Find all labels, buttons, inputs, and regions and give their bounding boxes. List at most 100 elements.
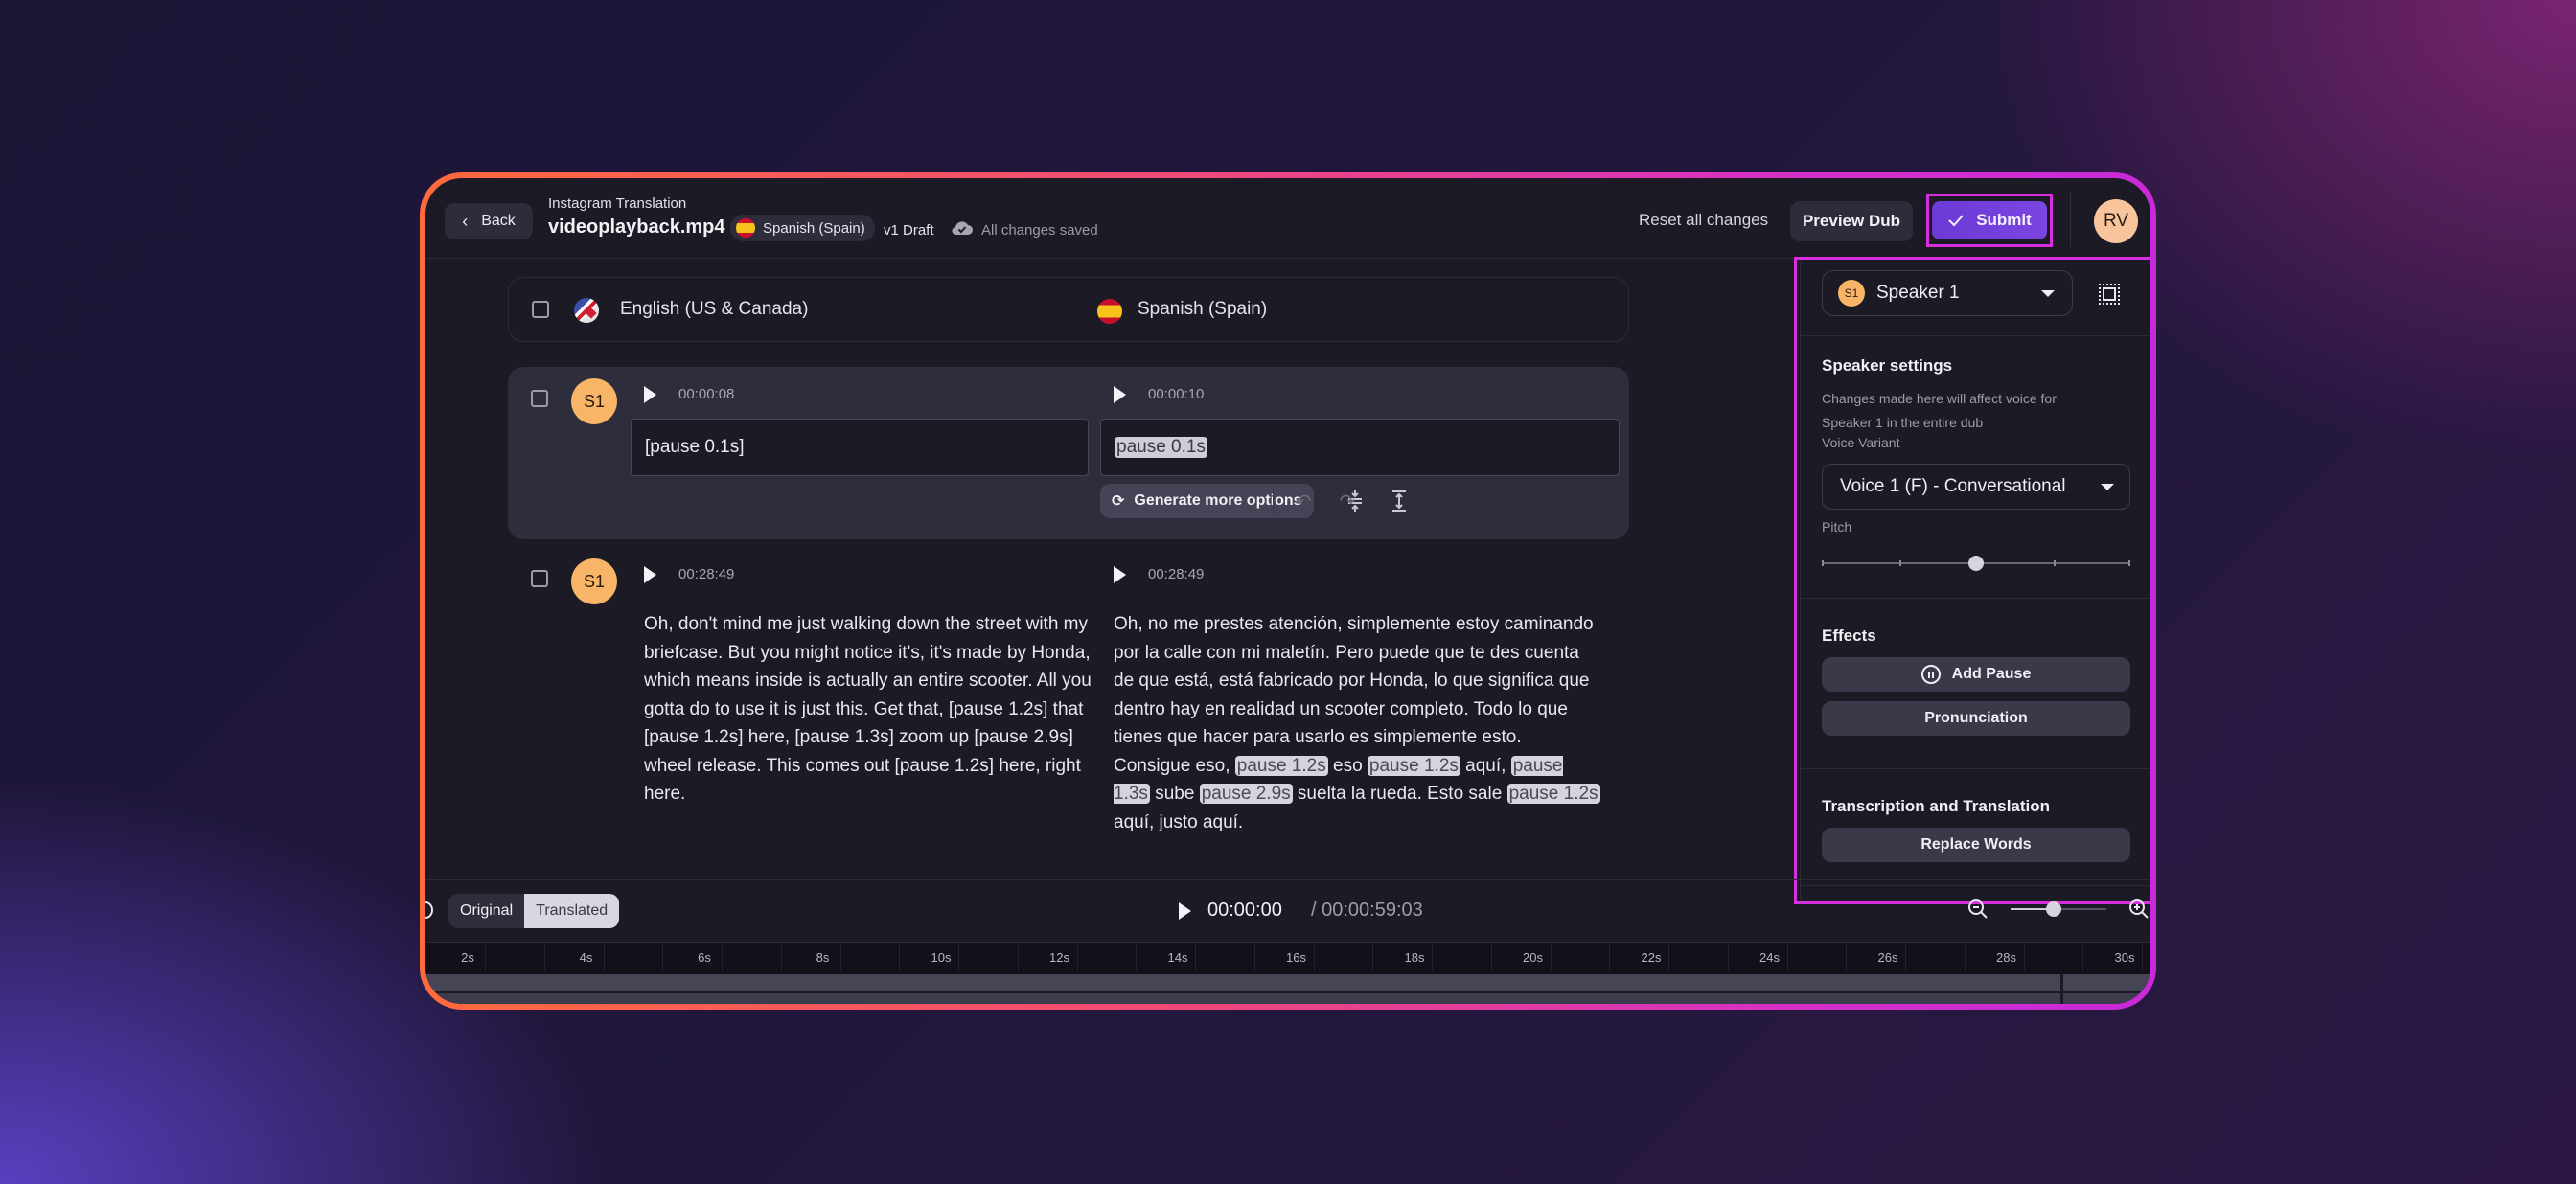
redo-icon[interactable]: ↷ [1336,488,1359,514]
source-language-label: English (US & Canada) [620,299,809,319]
ruler-tick [603,943,605,971]
generate-more-options-button[interactable]: ⟳ Generate more options [1100,484,1314,518]
language-header-row: English (US & Canada) Spanish (Spain) [508,277,1629,342]
target-text-input[interactable]: pause 0.1s [1100,419,1620,476]
speaker-badge[interactable]: S1 [571,558,617,604]
check-icon [1948,215,1964,227]
zoom-out-icon[interactable] [1966,898,1990,921]
ruler-tick [2023,943,2025,971]
ruler-tick-label: 16s [1286,950,1306,965]
replace-words-button[interactable]: Replace Words [1822,828,2130,862]
undo-icon[interactable]: ↶ [1292,488,1315,514]
pronunciation-button[interactable]: Pronunciation [1822,701,2130,736]
cloud-check-icon [952,221,973,236]
ruler-tick [1964,943,1966,971]
target-timestamp: 00:28:49 [1148,566,1205,582]
caret-down-icon [2041,290,2055,297]
play-source-icon[interactable] [644,566,656,583]
speaker-dropdown[interactable]: S1 Speaker 1 [1822,270,2073,316]
ruler-tick [840,943,841,971]
preview-dub-button[interactable]: Preview Dub [1790,201,1913,241]
pitch-slider[interactable] [1822,554,2130,573]
ruler-tick [1550,943,1552,971]
zoom-slider-thumb[interactable] [2046,901,2061,917]
reset-all-changes-link[interactable]: Reset all changes [1639,211,1768,230]
play-source-icon[interactable] [644,386,656,403]
ruler-tick-label: 24s [1760,950,1780,965]
effects-title: Effects [1822,626,1876,645]
save-status: All changes saved [981,222,1098,239]
submit-button[interactable]: Submit [1932,201,2047,239]
player-bar: Original Translated 00:00:00 / 00:00:59:… [426,879,2150,941]
toolbar-divider [1273,486,1274,516]
add-pause-button[interactable]: Add Pause [1822,657,2130,692]
segments-editor: English (US & Canada) Spanish (Spain) S1… [426,260,1662,878]
spain-flag-icon [736,218,755,238]
total-time: / 00:00:59:03 [1311,899,1423,921]
back-button[interactable]: ‹ Back [445,203,533,239]
panel-divider [1801,598,2150,599]
ruler-tick [2142,943,2143,971]
play-target-icon[interactable] [1114,386,1126,403]
voice-variant-value: Voice 1 (F) - Conversational [1840,476,2066,496]
ruler-tick [1076,943,1078,971]
current-time: 00:00:00 [1208,899,1282,921]
speaker-settings-title: Speaker settings [1822,356,1953,375]
zoom-in-icon[interactable] [2128,898,2150,921]
timeline-track-secondary[interactable] [426,993,2150,1004]
source-text: [pause 0.1s] [645,437,745,457]
target-text[interactable]: Oh, no me prestes atención, simplemente … [1114,610,1602,836]
top-header: ‹ Back Instagram Translation videoplayba… [426,178,2150,259]
timeline-track[interactable] [426,974,2150,991]
track-segment-split [2060,974,2063,1004]
ruler-tick-label: 10s [931,950,952,965]
ruler-tick [1432,943,1433,971]
expand-height-icon[interactable] [1388,488,1411,514]
target-language-chip: Spanish (Spain) [730,215,875,241]
toggle-original[interactable]: Original [448,894,524,928]
target-language-label: Spanish (Spain) [1138,299,1268,319]
segment-checkbox[interactable] [531,570,548,587]
ruler-tick [1905,943,1906,971]
play-target-icon[interactable] [1114,566,1126,583]
source-timestamp: 00:28:49 [678,566,735,582]
toggle-translated[interactable]: Translated [524,894,620,928]
main-play-icon[interactable] [1179,902,1191,920]
pause-tag[interactable]: pause 2.9s [1199,784,1293,804]
pause-tag[interactable]: pause 0.1s [1115,437,1208,458]
ruler-tick-label: 4s [579,950,593,965]
focus-select-icon[interactable] [2099,284,2120,305]
voice-variant-dropdown[interactable]: Voice 1 (F) - Conversational [1822,464,2130,510]
ruler-tick-label: 12s [1049,950,1070,965]
source-text[interactable]: Oh, don't mind me just walking down the … [644,610,1104,808]
original-translated-toggle[interactable]: Original Translated [448,894,620,928]
pause-tag[interactable]: pause 1.2s [1367,755,1460,776]
source-text-input[interactable]: [pause 0.1s] [631,419,1089,476]
ruler-tick [1668,943,1669,971]
segment-row-active[interactable]: S1 00:00:08 00:00:10 [pause 0.1s] pause … [508,367,1629,539]
target-language-label: Spanish (Spain) [763,219,865,237]
user-avatar[interactable]: RV [2094,199,2138,243]
pause-tag[interactable]: pause 1.2s [1506,784,1600,804]
speaker-settings-panel: S1 Speaker 1 Speaker settings Changes ma… [1800,262,2150,899]
clipped-icon[interactable] [426,901,433,919]
ruler-tick-label: 20s [1523,950,1543,965]
speaker-badge[interactable]: S1 [571,378,617,424]
spain-flag-icon [1097,299,1122,324]
segment-checkbox[interactable] [531,390,548,407]
file-name: videoplayback.mp4 [548,216,725,238]
version-label: v1 Draft [884,222,934,239]
pitch-slider-thumb[interactable] [1968,556,1984,571]
back-label: Back [481,213,516,229]
pause-tag[interactable]: pause 1.2s [1234,755,1328,776]
select-all-checkbox[interactable] [532,301,549,318]
panel-divider [1801,335,2150,336]
ruler-tick [1254,943,1255,971]
refresh-icon: ⟳ [1112,493,1125,510]
submit-highlight: Submit [1926,194,2053,247]
ruler-tick [485,943,486,971]
timeline-zoom-slider[interactable] [2011,901,2106,917]
text-run: suelta la rueda. Esto sale [1292,784,1507,804]
timeline-ruler[interactable]: 2s 4s 6s 8s 10s 12s 14s 16s 18s 20s 22s 24s 26s 28s 30… [426,942,2150,974]
segment-row[interactable]: S1 00:28:49 00:28:49 Oh, don't mind me j… [508,547,1629,863]
